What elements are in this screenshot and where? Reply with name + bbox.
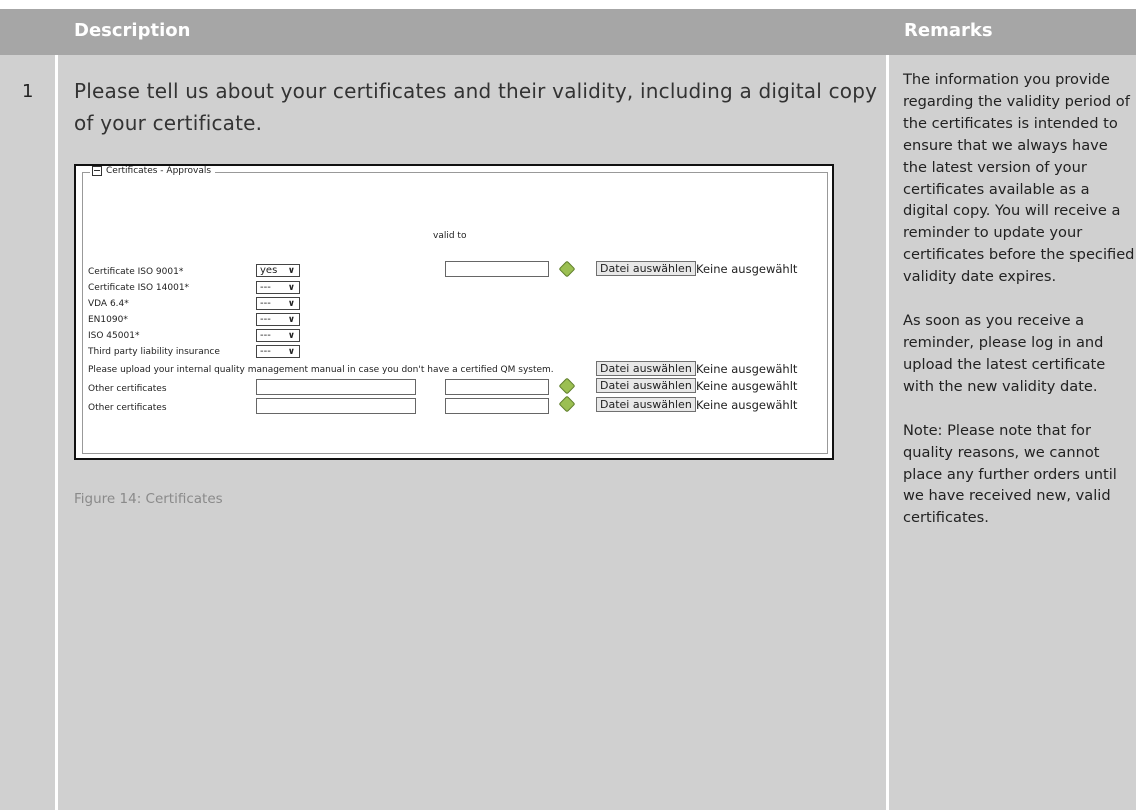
figure-caption: Figure 14: Certificates (74, 491, 223, 507)
no-file-label: Keine ausgewählt (696, 398, 798, 412)
legend-label: Certificates - Approvals (106, 166, 212, 176)
other-cert-label: Other certificates (88, 384, 167, 394)
calendar-gem-icon[interactable] (558, 260, 576, 278)
no-file-label: Keine ausgewählt (696, 379, 798, 393)
header-remarks: Remarks (904, 20, 993, 41)
no-file-label: Keine ausgewählt (696, 262, 798, 276)
certificates-fieldset: Certificates - Approvals valid to Certif… (82, 166, 828, 454)
cert-select[interactable]: --- ∨ (256, 329, 300, 342)
cert-select-value: --- (260, 282, 271, 293)
cert-select-value: --- (260, 298, 271, 309)
cert-label: VDA 6.4* (88, 299, 129, 309)
qm-upload-label: Please upload your internal quality mana… (88, 365, 554, 375)
cert-select[interactable]: --- ∨ (256, 345, 300, 358)
remarks-paragraph: Note: Please note that for quality reaso… (903, 421, 1117, 527)
cert-select[interactable]: --- ∨ (256, 313, 300, 326)
other-cert-label: Other certificates (88, 403, 167, 413)
file-choose-button[interactable]: Datei auswählen (596, 261, 696, 276)
cert-select-value: --- (260, 330, 271, 341)
column-divider (886, 55, 889, 810)
other-cert-name-input[interactable] (256, 379, 416, 395)
cert-label: ISO 45001* (88, 331, 140, 341)
chevron-down-icon: ∨ (287, 266, 295, 276)
row-description: Please tell us about your certificates a… (74, 79, 878, 135)
table-row: 1 Please tell us about your certificates… (0, 55, 1136, 810)
remarks-paragraph: The information you provide regarding th… (903, 71, 1135, 286)
cert-select-value: --- (260, 346, 271, 357)
remarks-paragraph: As soon as you receive a reminder, pleas… (903, 312, 1106, 395)
cert-select[interactable]: --- ∨ (256, 297, 300, 310)
chevron-down-icon: ∨ (287, 299, 295, 309)
valid-to-input[interactable] (445, 379, 549, 395)
chevron-down-icon: ∨ (287, 283, 295, 293)
other-cert-name-input[interactable] (256, 398, 416, 414)
no-file-label: Keine ausgewählt (696, 362, 798, 376)
cert-label: Third party liability insurance (88, 347, 220, 357)
certificates-form-screenshot: Certificates - Approvals valid to Certif… (74, 164, 834, 460)
valid-to-input[interactable] (445, 398, 549, 414)
calendar-gem-icon[interactable] (558, 395, 576, 413)
chevron-down-icon: ∨ (287, 331, 295, 341)
cert-select-value: --- (260, 314, 271, 325)
cert-select[interactable]: yes ∨ (256, 264, 300, 277)
file-choose-button[interactable]: Datei auswählen (596, 361, 696, 376)
chevron-down-icon: ∨ (287, 315, 295, 325)
column-divider (55, 55, 58, 810)
file-choose-button[interactable]: Datei auswählen (596, 378, 696, 393)
file-choose-button[interactable]: Datei auswählen (596, 397, 696, 412)
remarks-text: The information you provide regarding th… (903, 69, 1135, 551)
chevron-down-icon: ∨ (287, 347, 295, 357)
collapse-icon[interactable] (92, 166, 102, 176)
header-description: Description (74, 20, 191, 41)
cert-select-value: yes (260, 265, 278, 276)
cert-select[interactable]: --- ∨ (256, 281, 300, 294)
document-page: Description Remarks 1 Please tell us abo… (0, 0, 1136, 810)
row-number: 1 (22, 81, 34, 102)
table-header: Description Remarks (0, 9, 1136, 55)
cert-label: Certificate ISO 14001* (88, 283, 190, 293)
cert-label: Certificate ISO 9001* (88, 267, 184, 277)
fieldset-legend: Certificates - Approvals (90, 166, 216, 176)
cert-label: EN1090* (88, 315, 128, 325)
calendar-gem-icon[interactable] (558, 377, 576, 395)
valid-to-label: valid to (433, 231, 467, 241)
valid-to-input[interactable] (445, 261, 549, 277)
